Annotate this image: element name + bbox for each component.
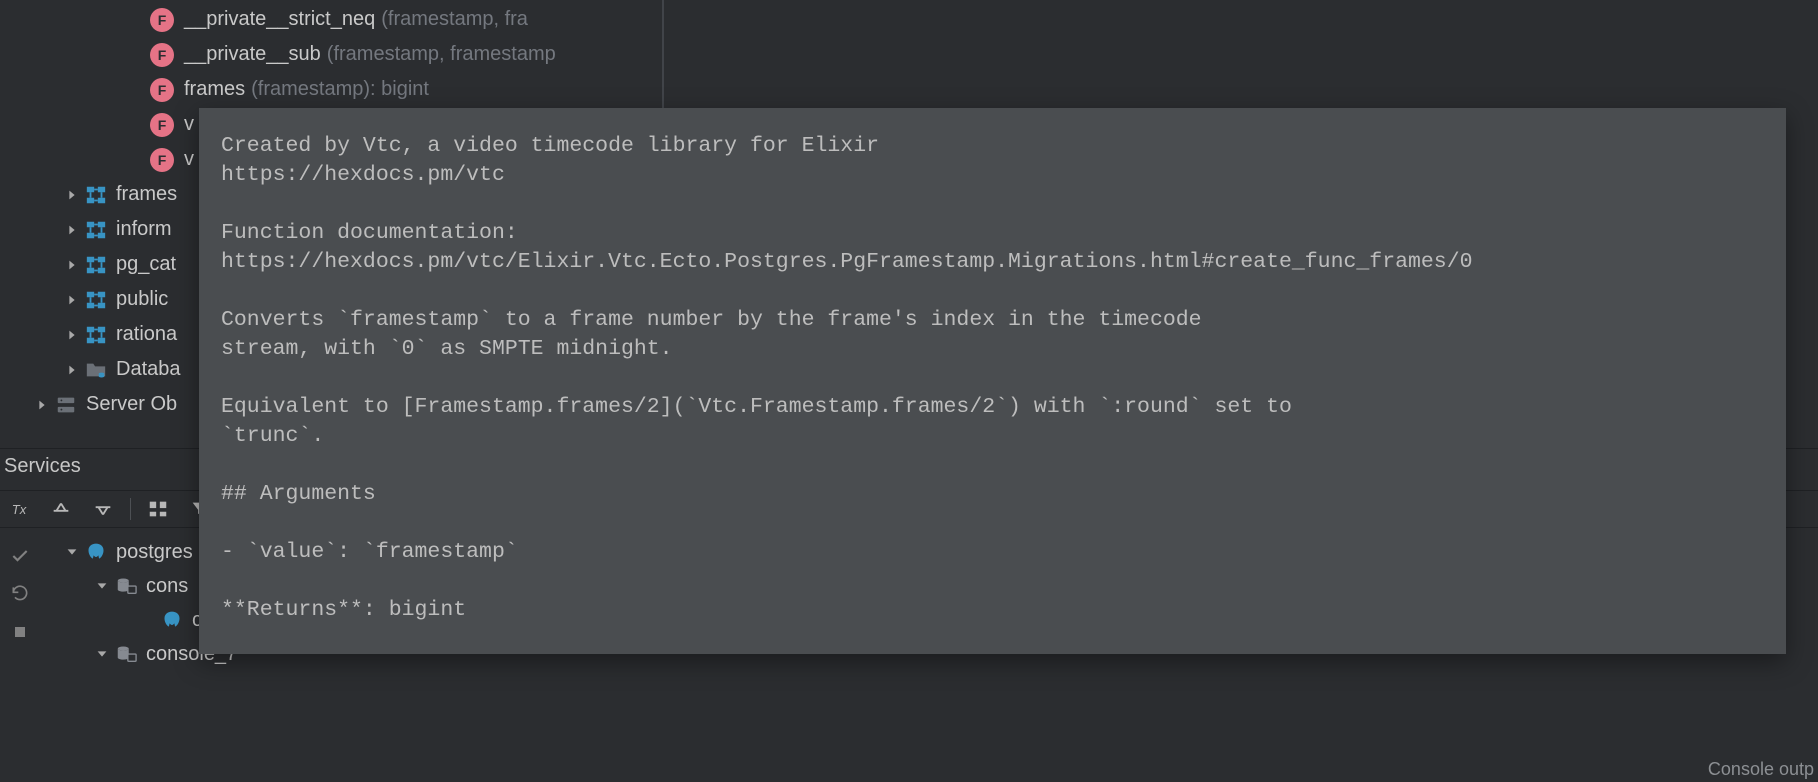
function-icon: F <box>150 148 174 172</box>
status-bar-text: Console outp <box>1708 759 1814 780</box>
function-signature: (framestamp, fra <box>381 8 528 31</box>
server-icon <box>54 393 78 417</box>
chevron-right-icon[interactable] <box>60 253 84 277</box>
commit-button[interactable] <box>46 495 76 523</box>
schema-icon <box>84 253 108 277</box>
schema-icon <box>84 183 108 207</box>
postgres-icon <box>160 608 184 632</box>
schema-name: inform <box>116 218 172 241</box>
chevron-right-icon[interactable] <box>60 218 84 242</box>
services-title: Services <box>4 455 81 477</box>
folder-name: Databa <box>116 358 181 381</box>
chevron-right-icon[interactable] <box>30 393 54 417</box>
schema-icon <box>84 218 108 242</box>
services-gutter <box>0 528 40 782</box>
vertical-divider <box>662 0 664 108</box>
schema-name: pg_cat <box>116 253 176 276</box>
documentation-tooltip: Created by Vtc, a video timecode library… <box>199 108 1786 654</box>
history-icon[interactable] <box>9 583 31 605</box>
chevron-down-icon[interactable] <box>90 574 114 598</box>
server-objects-label: Server Ob <box>86 393 177 416</box>
function-name: v <box>184 148 194 171</box>
schema-icon <box>84 288 108 312</box>
chevron-down-icon[interactable] <box>60 540 84 564</box>
schema-icon <box>84 323 108 347</box>
console-group-icon <box>114 642 138 666</box>
rollback-button[interactable] <box>88 495 118 523</box>
chevron-down-icon[interactable] <box>90 642 114 666</box>
folder-db-icon <box>84 358 108 382</box>
chevron-right-icon[interactable] <box>60 288 84 312</box>
services-item-label: cons <box>146 575 188 598</box>
function-icon: F <box>150 78 174 102</box>
function-row[interactable]: F frames (framestamp): bigint <box>0 72 1818 107</box>
function-icon: F <box>150 43 174 67</box>
function-signature: (framestamp, framestamp <box>327 43 556 66</box>
function-signature: (framestamp): bigint <box>251 78 429 101</box>
check-icon[interactable] <box>9 545 31 567</box>
tx-mode-button[interactable]: Tx <box>4 495 34 523</box>
function-icon: F <box>150 8 174 32</box>
schema-name: frames <box>116 183 177 206</box>
stop-icon[interactable] <box>9 621 31 643</box>
schema-name: public <box>116 288 168 311</box>
function-name: frames <box>184 78 245 101</box>
function-row[interactable]: F __private__sub (framestamp, framestamp <box>0 37 1818 72</box>
function-name: v <box>184 113 194 136</box>
chevron-right-icon[interactable] <box>60 323 84 347</box>
chevron-right-icon[interactable] <box>60 183 84 207</box>
function-icon: F <box>150 113 174 137</box>
function-name: __private__strict_neq <box>184 8 375 31</box>
schema-name: rationa <box>116 323 177 346</box>
chevron-right-icon[interactable] <box>60 358 84 382</box>
function-name: __private__sub <box>184 43 321 66</box>
layout-button[interactable] <box>143 495 173 523</box>
postgres-icon <box>84 540 108 564</box>
function-row[interactable]: F __private__strict_neq (framestamp, fra <box>0 2 1818 37</box>
console-group-icon <box>114 574 138 598</box>
services-root-label: postgres <box>116 541 193 564</box>
